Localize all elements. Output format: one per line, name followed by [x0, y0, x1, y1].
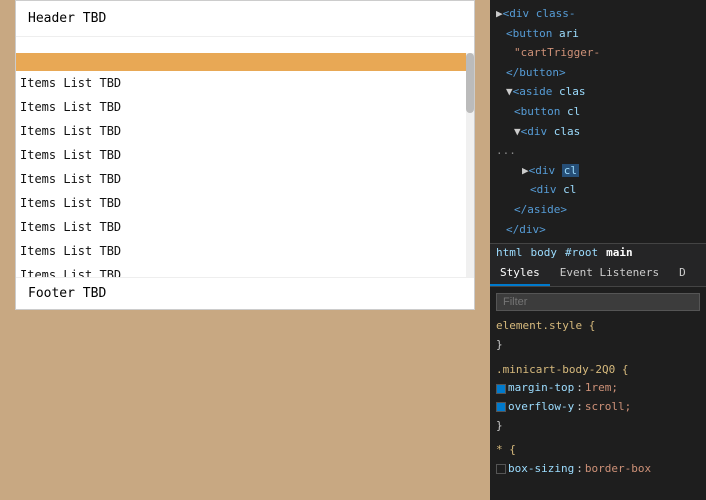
css-rule-universal: * { box-sizing: border-box — [496, 441, 700, 478]
property-checkbox-box-sizing[interactable] — [496, 464, 506, 474]
minicart-header: Header TBD — [16, 1, 474, 37]
element-line[interactable]: "cartTrigger- — [490, 43, 706, 63]
minicart-body[interactable]: Items List TBD Items List TBD Items List… — [16, 53, 474, 277]
ellipsis-line: ... — [490, 141, 706, 161]
styles-filter-input[interactable] — [496, 293, 700, 311]
list-item: Items List TBD — [16, 167, 474, 191]
selected-item-row — [16, 53, 474, 71]
devtools-elements-panel: ▶<div class- <button ari "cartTrigger- <… — [490, 0, 706, 244]
css-property-overflow-y: overflow-y: scroll; — [496, 398, 700, 417]
devtools-tabs-bar: Styles Event Listeners D — [490, 261, 706, 287]
element-line[interactable]: <div cl — [490, 180, 706, 200]
element-line[interactable]: </div> — [490, 220, 706, 240]
breadcrumb-html[interactable]: html — [496, 246, 523, 259]
devtools-panel: ▶<div class- <button ari "cartTrigger- <… — [490, 0, 706, 500]
minicart-footer: Footer TBD — [16, 277, 474, 309]
element-line[interactable]: ▶<div class- — [490, 4, 706, 24]
list-item: Items List TBD — [16, 119, 474, 143]
scrollbar-track[interactable] — [466, 53, 474, 277]
list-item: Items List TBD — [16, 263, 474, 277]
element-line[interactable]: </button> — [490, 63, 706, 83]
tab-event-listeners[interactable]: Event Listeners — [550, 261, 669, 286]
list-item: Items List TBD — [16, 239, 474, 263]
css-property-box-sizing: box-sizing: border-box — [496, 460, 700, 479]
element-line[interactable]: ▼<div clas — [490, 122, 706, 142]
breadcrumb-body[interactable]: body — [531, 246, 558, 259]
element-line[interactable]: </aside> — [490, 200, 706, 220]
devtools-styles-panel: element.style { } .minicart-body-2Q0 { m… — [490, 287, 706, 500]
header-label: Header TBD — [28, 11, 106, 26]
devtools-breadcrumb: html body #root main — [490, 244, 706, 261]
css-rule-minicart-body: .minicart-body-2Q0 { margin-top: 1rem; o… — [496, 361, 700, 436]
breadcrumb-main[interactable]: main — [606, 246, 633, 259]
tab-styles[interactable]: Styles — [490, 261, 550, 286]
element-line[interactable]: ▶<div cl — [490, 161, 706, 181]
breadcrumb-root[interactable]: #root — [565, 246, 598, 259]
minicart-overlay: Header TBD Items List TBD Items List TBD… — [15, 0, 475, 310]
browser-viewport: Header TBD Items List TBD Items List TBD… — [0, 0, 490, 500]
property-checkbox-overflow-y[interactable] — [496, 402, 506, 412]
footer-label: Footer TBD — [28, 286, 106, 301]
css-property-margin-top: margin-top: 1rem; — [496, 379, 700, 398]
list-item: Items List TBD — [16, 191, 474, 215]
element-line[interactable]: ▼<aside clas — [490, 82, 706, 102]
list-item: Items List TBD — [16, 95, 474, 119]
list-item: Items List TBD — [16, 143, 474, 167]
list-item: Items List TBD — [16, 71, 474, 95]
scrollbar-thumb[interactable] — [466, 53, 474, 113]
element-line[interactable]: <button cl — [490, 102, 706, 122]
tab-extra[interactable]: D — [669, 261, 696, 286]
element-line[interactable]: <button ari — [490, 24, 706, 44]
list-item: Items List TBD — [16, 215, 474, 239]
css-rule-element-style: element.style { } — [496, 317, 700, 354]
property-checkbox-margin-top[interactable] — [496, 384, 506, 394]
